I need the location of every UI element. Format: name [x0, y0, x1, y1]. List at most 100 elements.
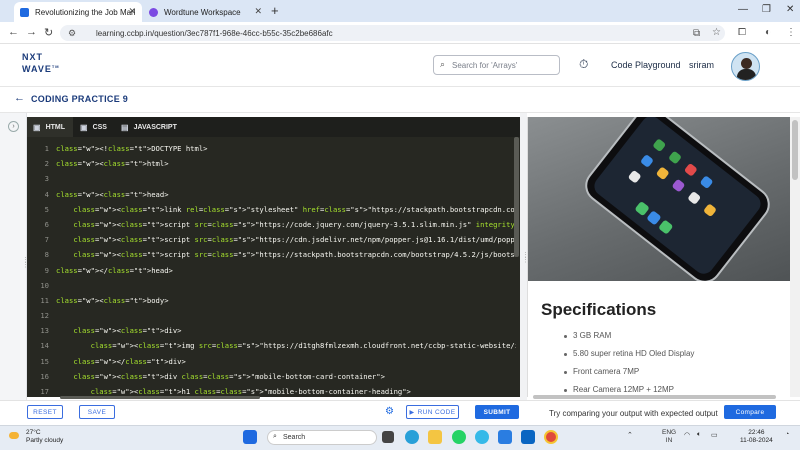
store-icon[interactable] [498, 430, 512, 444]
timer-icon[interactable]: ⏱ [579, 57, 588, 72]
tab-javascript[interactable]: ▤ JAVASCRIPT [115, 117, 185, 137]
editor-horizontal-scrollbar[interactable] [60, 396, 260, 399]
partly-cloudy-icon [9, 432, 19, 439]
new-tab-button[interactable]: + [271, 3, 279, 18]
code-line: class="w"><class="t">script src=class="s… [73, 235, 516, 245]
logo-line-1: NXT [22, 52, 43, 62]
panel-divider[interactable]: ⋮ ⋮ [520, 113, 529, 400]
nxtwave-logo[interactable]: NXT WAVETM [22, 52, 60, 74]
reset-button[interactable]: RESET [27, 405, 63, 419]
line-number: 11 [40, 295, 49, 305]
task-view-icon[interactable] [382, 431, 394, 443]
code-line: class="w"><!class="t">DOCTYPE html> [56, 144, 208, 153]
list-item: 5.80 super retina HD Oled Display [563, 345, 694, 363]
compare-button[interactable]: Compare [724, 405, 776, 419]
scrollbar-thumb[interactable] [792, 120, 798, 180]
line-number: 7 [44, 235, 49, 245]
app-icon[interactable] [475, 430, 489, 444]
battery-icon[interactable]: ▭ [711, 431, 718, 439]
line-number: 14 [40, 341, 49, 351]
taskbar-search-label: Search [283, 434, 306, 441]
tab-title: Revolutionizing the Job Market [35, 7, 135, 17]
reload-icon[interactable]: ↻ [44, 26, 53, 39]
code-playground-link[interactable]: Code Playground [611, 60, 681, 70]
menu-kebab-icon[interactable]: ⋮ [786, 27, 796, 38]
url-field[interactable]: ⚙ learning.ccbp.in/question/3ec787f1-968… [60, 25, 725, 41]
file-explorer-icon[interactable] [428, 430, 442, 444]
tray-chevron-icon[interactable]: ⌃ [627, 431, 633, 439]
taskbar-search[interactable]: ⌕ Search [267, 430, 377, 445]
code-line: class="w"><class="t">body> [56, 295, 169, 305]
site-info-icon[interactable]: ⚙ [68, 28, 76, 39]
code-line: class="w"><class="t">script src=class="s… [73, 250, 516, 260]
system-clock[interactable]: 22:46 11-08-2024 [740, 429, 773, 445]
expand-chevron-icon[interactable]: › [8, 121, 19, 132]
line-number: 16 [40, 371, 49, 381]
search-icon: ⌕ [440, 59, 446, 69]
install-app-icon[interactable]: ⧉ [693, 28, 700, 39]
run-code-button[interactable]: ▶ RUN CODE [406, 405, 459, 419]
maximize-icon[interactable]: ❐ [762, 4, 771, 15]
logo-tm: TM [51, 64, 60, 69]
submit-button[interactable]: SUBMIT [475, 405, 519, 419]
browser-tab[interactable]: Wordtune Workspace ✕ [143, 2, 268, 22]
back-arrow-icon[interactable]: ← [8, 26, 19, 38]
extensions-icon[interactable]: ⧠ [738, 27, 746, 38]
lang-line-1: ENG [662, 429, 677, 436]
gear-icon[interactable]: ⚙ [385, 406, 394, 417]
tab-label: CSS [92, 123, 107, 131]
tab-css[interactable]: ▣ CSS [74, 117, 114, 137]
line-numbers: 1 2 3 4 5 6 7 8 9 10 11 12 13 14 15 16 17 [27, 141, 49, 397]
line-number: 3 [44, 174, 49, 184]
code-line: class="w"></class="t">head> [56, 265, 173, 275]
wifi-icon[interactable]: ◠ [684, 431, 690, 439]
language-indicator[interactable]: ENG IN [662, 429, 676, 445]
css3-icon: ▣ [80, 122, 88, 132]
code-editor: ▣ HTML ▣ CSS ▤ JAVASCRIPT 1 2 3 4 5 6 7 8 9 10 11 1… [27, 117, 520, 397]
notifications-icon[interactable]: ◔ [785, 431, 789, 438]
browser-tab-active[interactable]: Revolutionizing the Job Market ✕ [14, 2, 142, 22]
os-taskbar [0, 425, 800, 450]
preview-horizontal-scrollbar[interactable] [533, 395, 776, 399]
line-number: 4 [44, 189, 49, 199]
iphone-illustration [585, 117, 770, 283]
close-tab-icon[interactable]: ✕ [128, 6, 136, 17]
edge-browser-icon[interactable] [405, 430, 419, 444]
tab-title: Wordtune Workspace [164, 7, 241, 17]
browser-tab-bar: Revolutionizing the Job Market ✕ Wordtun… [0, 0, 800, 22]
bookmark-star-icon[interactable]: ☆ [712, 27, 721, 38]
code-line: class="w"><class="t">head> [56, 189, 169, 199]
preview-vertical-scrollbar[interactable] [790, 117, 800, 397]
windows-start-icon[interactable] [243, 430, 257, 444]
chrome-icon[interactable] [544, 430, 558, 444]
logo-line-2: WAVE [22, 64, 52, 74]
close-tab-icon[interactable]: ✕ [254, 6, 262, 17]
tab-html[interactable]: ▣ HTML [27, 117, 73, 137]
weather-status: Partly cloudy [26, 437, 64, 444]
line-number: 13 [40, 326, 49, 336]
search-input[interactable]: ⌕ Search for 'Arrays' [433, 55, 560, 75]
list-item: 3 GB RAM [563, 327, 694, 345]
line-number: 6 [44, 219, 49, 229]
address-toolbar: ← → ↻ ⚙ learning.ccbp.in/question/3ec787… [0, 22, 800, 44]
forward-arrow-icon[interactable]: → [26, 26, 37, 38]
back-arrow-icon[interactable]: ← [14, 92, 25, 104]
editor-vertical-scrollbar[interactable] [514, 137, 519, 257]
avatar[interactable] [731, 52, 760, 81]
compare-prompt: Try comparing your output with expected … [549, 409, 718, 418]
username[interactable]: sriram [689, 60, 714, 70]
url-text: learning.ccbp.in/question/3ec787f1-968e-… [96, 28, 333, 38]
code-area[interactable]: 1 2 3 4 5 6 7 8 9 10 11 12 13 14 15 16 17 class="w"><!cl… [27, 137, 520, 397]
code-text[interactable]: class="w"><!class="t">DOCTYPE html> class… [56, 141, 516, 397]
whatsapp-icon[interactable] [452, 430, 466, 444]
volume-icon[interactable]: 🔈︎ [697, 431, 701, 439]
minimize-icon[interactable]: — [738, 4, 748, 15]
profile-icon[interactable]: ◐ [765, 27, 771, 38]
close-window-icon[interactable]: ✕ [786, 4, 794, 15]
spec-list: 3 GB RAM 5.80 super retina HD Oled Displ… [563, 327, 694, 397]
save-button[interactable]: SAVE [79, 405, 115, 419]
linkedin-icon[interactable] [521, 430, 535, 444]
